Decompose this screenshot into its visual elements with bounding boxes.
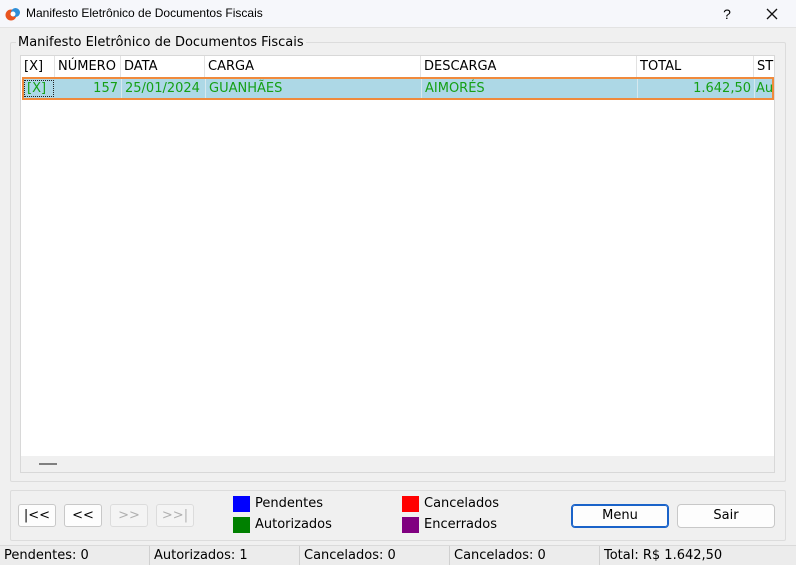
legend-label-pendentes: Pendentes <box>255 496 323 511</box>
status-total: Total: R$ 1.642,50 <box>604 548 723 563</box>
status-cancelados-2: Cancelados: 0 <box>450 546 600 565</box>
first-record-button[interactable]: |<< <box>18 504 56 527</box>
legend-label-autorizados: Autorizados <box>255 517 332 532</box>
cell-total: 1.642,50 <box>638 79 755 98</box>
cell-data: 25/01/2024 <box>122 79 206 98</box>
mdfe-grid[interactable]: [X] NÚMERO DATA CARGA DESCARGA TOTAL ST … <box>20 55 775 473</box>
app-logo-icon <box>5 8 20 21</box>
cell-carga: GUANHÃES <box>206 79 422 98</box>
last-record-button[interactable]: >>| <box>156 504 194 527</box>
row-select-cell[interactable]: [X] <box>24 79 56 98</box>
previous-record-button[interactable]: << <box>64 504 102 527</box>
column-header-carga[interactable]: CARGA <box>205 56 421 77</box>
cell-numero: 157 <box>56 79 122 98</box>
exit-button[interactable]: Sair <box>677 504 775 528</box>
legend-swatch-encerrados <box>402 517 419 533</box>
column-header-total[interactable]: TOTAL <box>637 56 754 77</box>
horizontal-scrollbar[interactable] <box>21 456 774 472</box>
close-icon <box>766 8 778 20</box>
close-button[interactable] <box>756 2 788 26</box>
help-button[interactable]: ? <box>712 2 742 26</box>
menu-button[interactable]: Menu <box>571 504 669 528</box>
group-title: Manifesto Eletrônico de Documentos Fisca… <box>16 35 306 50</box>
window-title: Manifesto Eletrônico de Documentos Fisca… <box>26 6 263 20</box>
row-select-checkbox[interactable]: [X] <box>24 80 54 97</box>
grid-header: [X] NÚMERO DATA CARGA DESCARGA TOTAL ST <box>21 56 774 77</box>
status-bar: Pendentes: 0 Autorizados: 1 Cancelados: … <box>0 545 796 565</box>
legend-label-cancelados: Cancelados <box>424 496 499 511</box>
legend-swatch-pendentes <box>233 496 250 512</box>
cell-status: Au <box>756 81 772 96</box>
next-record-button[interactable]: >> <box>110 504 148 527</box>
column-header-descarga[interactable]: DESCARGA <box>421 56 637 77</box>
legend-label-encerrados: Encerrados <box>424 517 498 532</box>
legend-swatch-cancelados <box>402 496 419 512</box>
column-header-numero[interactable]: NÚMERO <box>55 56 121 77</box>
legend-swatch-autorizados <box>233 517 250 533</box>
column-header-status[interactable]: ST <box>754 56 774 77</box>
status-autorizados: Autorizados: 1 <box>150 546 300 565</box>
table-row[interactable]: [X] 157 25/01/2024 GUANHÃES AIMORÉS 1.64… <box>22 77 774 100</box>
status-pendentes: Pendentes: 0 <box>0 546 150 565</box>
title-bar: Manifesto Eletrônico de Documentos Fisca… <box>0 0 796 28</box>
scrollbar-thumb[interactable] <box>39 463 57 465</box>
column-header-data[interactable]: DATA <box>121 56 205 77</box>
cell-descarga: AIMORÉS <box>422 79 638 98</box>
column-header-select[interactable]: [X] <box>21 56 55 77</box>
status-cancelados: Cancelados: 0 <box>300 546 450 565</box>
